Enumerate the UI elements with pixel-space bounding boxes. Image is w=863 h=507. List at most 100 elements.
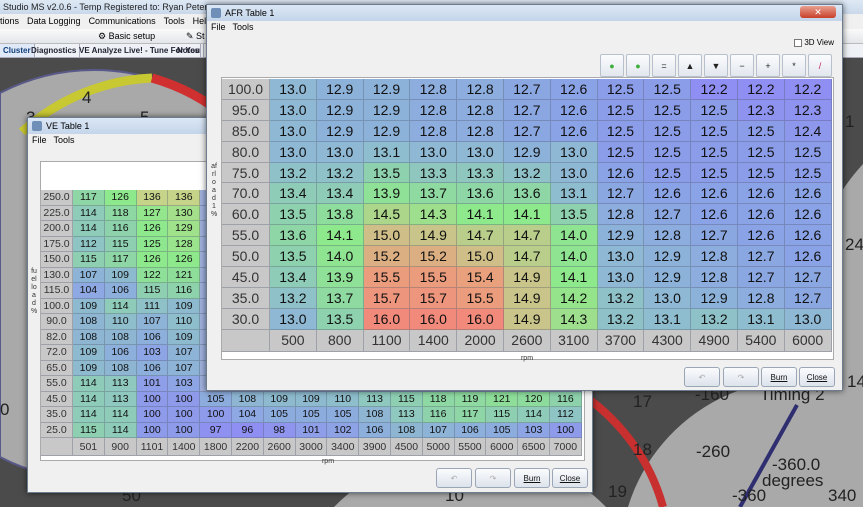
close-window-button[interactable]: ✕: [800, 6, 836, 18]
table-cell[interactable]: 12.5: [644, 141, 692, 163]
menu-data-logging[interactable]: Data Logging: [27, 16, 81, 26]
multiply-button[interactable]: *: [782, 54, 806, 77]
table-cell[interactable]: 104: [73, 283, 105, 299]
table-cell[interactable]: 13.0: [457, 141, 504, 163]
table-cell[interactable]: 12.6: [550, 120, 598, 142]
table-cell[interactable]: 12.7: [597, 183, 645, 205]
table-cell[interactable]: 12.6: [597, 162, 645, 184]
table-cell[interactable]: 12.7: [644, 204, 692, 226]
table-cell[interactable]: 13.1: [363, 141, 411, 163]
table-cell[interactable]: 97: [200, 422, 232, 438]
table-cell[interactable]: 14.3: [550, 308, 598, 330]
table-cell[interactable]: 110: [104, 314, 137, 330]
table-cell[interactable]: 14.7: [503, 225, 551, 247]
table-cell[interactable]: 12.7: [737, 246, 785, 268]
plus-button[interactable]: +: [756, 54, 780, 77]
table-cell[interactable]: 13.6: [503, 183, 551, 205]
tab-notes[interactable]: Notes: [176, 44, 202, 57]
table-cell[interactable]: 106: [454, 422, 487, 438]
table-cell[interactable]: 13.0: [597, 246, 645, 268]
table-cell[interactable]: 100: [168, 407, 201, 423]
table-cell[interactable]: 16.0: [457, 308, 504, 330]
table-cell[interactable]: 109: [168, 329, 201, 345]
menu-tools[interactable]: Tools: [233, 22, 254, 32]
menu-tools[interactable]: Tools: [54, 135, 75, 145]
table-cell[interactable]: 110: [168, 314, 201, 330]
table-cell[interactable]: 114: [73, 221, 105, 237]
table-cell[interactable]: 12.8: [644, 225, 692, 247]
table-cell[interactable]: 13.2: [597, 308, 645, 330]
table-cell[interactable]: 12.8: [410, 120, 458, 142]
table-cell[interactable]: 13.0: [316, 141, 364, 163]
table-cell[interactable]: 14.9: [503, 308, 551, 330]
table-cell[interactable]: 107: [168, 360, 201, 376]
table-cell[interactable]: 100: [200, 407, 232, 423]
table-cell[interactable]: 15.2: [363, 246, 411, 268]
table-cell[interactable]: 100: [136, 422, 169, 438]
table-cell[interactable]: 14.1: [503, 204, 551, 226]
table-cell[interactable]: 12.4: [784, 120, 832, 142]
table-cell[interactable]: 12.6: [737, 183, 785, 205]
table-cell[interactable]: 12.9: [363, 79, 411, 100]
table-cell[interactable]: 126: [168, 252, 201, 268]
table-cell[interactable]: 106: [136, 329, 169, 345]
table-cell[interactable]: 100: [136, 391, 169, 407]
table-cell[interactable]: 14.0: [550, 225, 598, 247]
table-cell[interactable]: 114: [73, 376, 105, 392]
table-cell[interactable]: 136: [168, 190, 201, 206]
close-button[interactable]: Close: [552, 468, 588, 488]
table-cell[interactable]: 98: [263, 422, 296, 438]
table-cell[interactable]: 105: [295, 407, 328, 423]
table-cell[interactable]: 12.9: [644, 246, 692, 268]
table-cell[interactable]: 121: [168, 267, 201, 283]
table-cell[interactable]: 12.6: [644, 183, 692, 205]
table-cell[interactable]: 115: [73, 252, 105, 268]
table-cell[interactable]: 109: [168, 298, 201, 314]
table-cell[interactable]: 114: [104, 407, 137, 423]
table-cell[interactable]: 15.5: [410, 267, 458, 288]
table-cell[interactable]: 117: [454, 407, 487, 423]
table-cell[interactable]: 117: [104, 252, 137, 268]
table-cell[interactable]: 14.2: [550, 287, 598, 309]
table-cell[interactable]: 12.8: [691, 267, 738, 288]
table-cell[interactable]: 12.8: [410, 79, 458, 100]
green-up-arrow-button[interactable]: ●: [600, 54, 624, 77]
table-cell[interactable]: 12.6: [691, 204, 738, 226]
table-cell[interactable]: 108: [231, 391, 264, 407]
table-cell[interactable]: 128: [168, 236, 201, 252]
increment-button[interactable]: ▲: [678, 54, 702, 77]
st-button[interactable]: ✎ St: [186, 31, 205, 42]
table-cell[interactable]: 104: [231, 407, 264, 423]
table-cell[interactable]: 13.5: [363, 162, 411, 184]
table-cell[interactable]: 107: [422, 422, 455, 438]
afr-title-bar[interactable]: AFR Table 1 ✕: [207, 5, 842, 21]
menu-options[interactable]: tions: [0, 16, 19, 26]
table-cell[interactable]: 16.0: [363, 308, 411, 330]
table-cell[interactable]: 113: [104, 391, 137, 407]
table-cell[interactable]: 108: [359, 407, 391, 423]
table-cell[interactable]: 116: [168, 283, 201, 299]
table-cell[interactable]: 13.7: [410, 183, 458, 205]
menu-communications[interactable]: Communications: [89, 16, 156, 26]
table-cell[interactable]: 100: [136, 407, 169, 423]
table-cell[interactable]: 12.6: [784, 204, 832, 226]
table-cell[interactable]: 12.2: [737, 79, 785, 100]
table-cell[interactable]: 12.9: [316, 79, 364, 100]
table-cell[interactable]: 13.0: [270, 99, 317, 121]
table-cell[interactable]: 114: [73, 205, 105, 221]
table-cell[interactable]: 116: [549, 391, 582, 407]
table-cell[interactable]: 12.6: [737, 225, 785, 247]
table-cell[interactable]: 106: [136, 360, 169, 376]
table-cell[interactable]: 13.5: [270, 246, 317, 268]
table-cell[interactable]: 15.2: [410, 246, 458, 268]
table-cell[interactable]: 136: [136, 190, 169, 206]
table-cell[interactable]: 12.9: [316, 120, 364, 142]
table-cell[interactable]: 12.6: [550, 99, 598, 121]
table-cell[interactable]: 12.7: [737, 267, 785, 288]
redo-button[interactable]: ↷: [475, 468, 511, 488]
table-cell[interactable]: 13.0: [270, 141, 317, 163]
table-cell[interactable]: 14.5: [363, 204, 411, 226]
table-cell[interactable]: 12.9: [363, 99, 411, 121]
table-cell[interactable]: 113: [359, 391, 391, 407]
table-cell[interactable]: 108: [390, 422, 423, 438]
